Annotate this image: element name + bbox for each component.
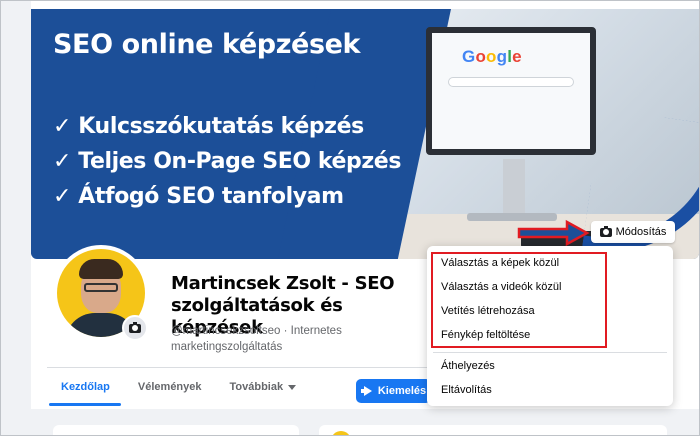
avatar-glasses (84, 283, 118, 292)
divider (47, 367, 432, 368)
tab-reviews[interactable]: Vélemények (138, 381, 202, 393)
cover-list: ✓ Kulcsszókutatás képzés ✓ Teljes On-Pag… (53, 109, 401, 214)
profile-handle: @martincsekzsoltseo · Internetes marketi… (171, 325, 342, 353)
google-logo-letter: e (512, 47, 522, 66)
menu-item-choose-photos[interactable]: Választás a képek közül (441, 257, 559, 269)
cover-list-item: ✓ Teljes On-Page SEO képzés (53, 149, 402, 174)
edit-avatar-button[interactable] (122, 315, 148, 341)
tab-label: Továbbiak (229, 381, 284, 393)
megaphone-icon (360, 386, 373, 396)
avatar-hair (79, 259, 123, 279)
tab-label: Kezdőlap (61, 381, 110, 393)
menu-item-create-slideshow[interactable]: Vetítés létrehozása (441, 305, 535, 317)
cover-options-menu: Választás a képek közül Választás a vide… (427, 246, 673, 406)
chevron-down-icon (288, 384, 297, 390)
promote-label: Kiemelés (377, 385, 427, 397)
edit-cover-label: Módosítás (615, 226, 667, 238)
google-logo: Google (462, 47, 522, 67)
menu-item-choose-videos[interactable]: Választás a videók közül (441, 281, 561, 293)
search-bar (448, 77, 574, 87)
menu-divider (433, 352, 667, 353)
menu-item-remove[interactable]: Eltávolítás (441, 384, 492, 396)
active-tab-indicator (49, 403, 121, 406)
cover-title: SEO online képzések (53, 29, 361, 60)
google-logo-letter: o (486, 47, 497, 66)
camera-icon (599, 225, 612, 237)
composer-card (319, 425, 667, 435)
tab-more[interactable]: Továbbiak (230, 381, 297, 393)
monitor-stand (503, 159, 525, 217)
cover-list-item: ✓ Átfogó SEO tanfolyam (53, 184, 344, 209)
google-logo-letter: g (496, 47, 508, 66)
menu-item-reposition[interactable]: Áthelyezés (441, 360, 495, 372)
nav-tabs: Kezdőlap Vélemények Továbbiak (61, 381, 324, 393)
monitor: Google (426, 27, 596, 155)
tab-home[interactable]: Kezdőlap (61, 381, 110, 393)
browser-frame: Google SEO online képzések ✓ Kulcsszókut… (0, 0, 700, 436)
edit-cover-button[interactable]: Módosítás (591, 221, 675, 243)
intro-card (53, 425, 299, 435)
red-arrow-icon (517, 219, 590, 247)
promote-button[interactable]: Kiemelés (356, 379, 431, 403)
menu-item-upload-photo[interactable]: Fénykép feltöltése (441, 329, 530, 341)
camera-icon (129, 321, 141, 333)
google-logo-letter: G (462, 47, 476, 66)
google-logo-letter: o (475, 47, 487, 66)
cover-list-item: ✓ Kulcsszókutatás képzés (53, 114, 364, 139)
tab-label: Vélemények (137, 381, 202, 393)
